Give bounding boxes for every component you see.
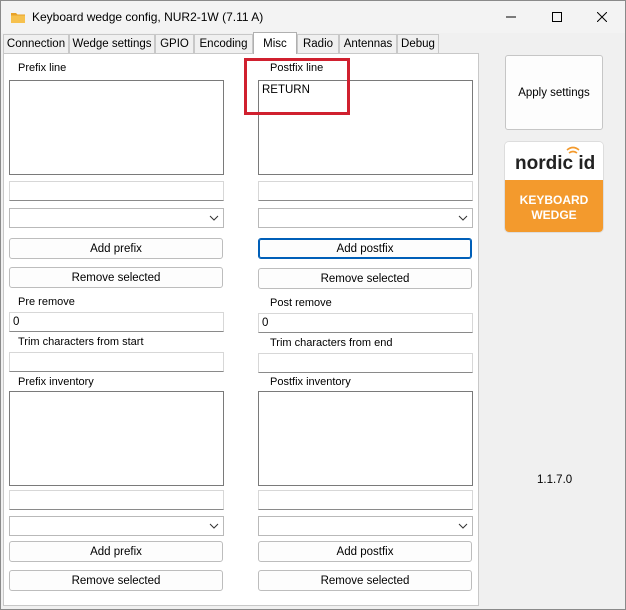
version-label: 1.1.7.0 (537, 474, 573, 486)
nordic-id-logo: nordic id KEYBOARD WEDGE (504, 141, 604, 233)
maximize-button[interactable] (534, 1, 580, 33)
prefix-line-label: Prefix line (18, 62, 67, 74)
postfix-inventory-combo-value (259, 517, 472, 521)
tab-misc[interactable]: Misc (253, 32, 297, 54)
add-prefix-button[interactable]: Add prefix (9, 238, 223, 259)
nordic-id-wordmark: nordic id (515, 146, 595, 174)
tab-label: Connection (6, 38, 66, 50)
tab-label: GPIO (160, 38, 189, 50)
postfix-text-input[interactable] (258, 181, 473, 201)
postfix-inventory-value (259, 392, 472, 396)
trim-start-label: Trim characters from start (18, 336, 144, 348)
tab-label: Misc (263, 37, 287, 50)
tab-label: Antennas (343, 38, 393, 50)
title-bar: Keyboard wedge config, NUR2-1W (7.11 A) (1, 1, 625, 33)
chevron-down-icon (458, 523, 468, 529)
minimize-button[interactable] (488, 1, 534, 33)
add-postfix-button[interactable]: Add postfix (258, 238, 472, 259)
remove-selected-label: Remove selected (320, 272, 410, 285)
remove-selected-prefix-button[interactable]: Remove selected (9, 267, 223, 288)
close-icon (597, 12, 607, 22)
prefix-inventory-text-input[interactable] (9, 490, 224, 510)
prefix-combo-value (10, 209, 223, 213)
tab-label: Debug (401, 38, 435, 50)
minimize-icon (506, 16, 516, 18)
postfix-combo-value (259, 209, 472, 213)
prefix-text-value (10, 182, 223, 186)
pre-remove-value: 0 (13, 316, 20, 328)
add-postfix-label: Add postfix (336, 545, 394, 558)
app-window: Keyboard wedge config, NUR2-1W (7.11 A) … (0, 0, 626, 610)
remove-selected-label: Remove selected (320, 574, 410, 587)
chevron-down-icon (458, 215, 468, 221)
logo-keyboard-wedge: KEYBOARD WEDGE (505, 180, 603, 232)
postfix-inventory-label: Postfix inventory (270, 376, 351, 388)
tab-label: Wedge settings (72, 38, 152, 50)
tab-debug[interactable]: Debug (397, 34, 439, 53)
prefix-line-value (10, 81, 223, 85)
trim-end-input[interactable] (258, 353, 473, 373)
remove-selected-prefix-inventory-button[interactable]: Remove selected (9, 570, 223, 591)
tab-label: Radio (302, 38, 334, 50)
tab-radio[interactable]: Radio (297, 34, 339, 53)
add-postfix-inventory-button[interactable]: Add postfix (258, 541, 472, 562)
prefix-inventory-text-value (10, 491, 223, 495)
prefix-inventory-value (10, 392, 223, 396)
logo-line-2: WEDGE (531, 208, 577, 222)
logo-brand-text: nordic id (515, 153, 595, 174)
postfix-text-value (259, 182, 472, 186)
logo-brand-area: nordic id (505, 142, 603, 180)
prefix-line-list[interactable] (9, 80, 224, 175)
postfix-combo[interactable] (258, 208, 473, 228)
tab-connection[interactable]: Connection (3, 34, 69, 53)
prefix-inventory-combo-value (10, 517, 223, 521)
logo-line-1: KEYBOARD (519, 193, 589, 207)
tab-wedge-settings[interactable]: Wedge settings (69, 34, 155, 53)
postfix-inventory-combo[interactable] (258, 516, 473, 536)
apply-settings-button[interactable]: Apply settings (505, 55, 603, 130)
trim-start-input[interactable] (9, 352, 224, 372)
postfix-inventory-text-input[interactable] (258, 490, 473, 510)
remove-selected-postfix-inventory-button[interactable]: Remove selected (258, 570, 472, 591)
add-prefix-label: Add prefix (90, 545, 142, 558)
postfix-inventory-text-value (259, 491, 472, 495)
trim-end-label: Trim characters from end (270, 337, 393, 349)
tab-encoding[interactable]: Encoding (194, 34, 253, 53)
trim-end-value (259, 354, 472, 358)
tab-antennas[interactable]: Antennas (339, 34, 397, 53)
prefix-text-input[interactable] (9, 181, 224, 201)
close-button[interactable] (579, 1, 625, 33)
apply-settings-label: Apply settings (518, 86, 590, 99)
add-prefix-inventory-button[interactable]: Add prefix (9, 541, 223, 562)
pre-remove-label: Pre remove (18, 296, 75, 308)
chevron-down-icon (209, 523, 219, 529)
prefix-inventory-combo[interactable] (9, 516, 224, 536)
tab-label: Encoding (199, 38, 248, 50)
window-title: Keyboard wedge config, NUR2-1W (7.11 A) (32, 10, 264, 24)
add-postfix-label: Add postfix (336, 242, 394, 255)
tab-gpio[interactable]: GPIO (155, 34, 194, 53)
prefix-combo[interactable] (9, 208, 224, 228)
folder-icon (11, 13, 25, 23)
post-remove-input[interactable]: 0 (258, 313, 473, 333)
postfix-inventory-list[interactable] (258, 391, 473, 486)
remove-selected-postfix-button[interactable]: Remove selected (258, 268, 472, 289)
prefix-inventory-label: Prefix inventory (18, 376, 94, 388)
post-remove-label: Post remove (270, 297, 332, 309)
maximize-icon (552, 12, 562, 22)
chevron-down-icon (209, 215, 219, 221)
highlight-annotation (244, 58, 350, 115)
prefix-inventory-list[interactable] (9, 391, 224, 486)
add-prefix-label: Add prefix (90, 242, 142, 255)
pre-remove-input[interactable]: 0 (9, 312, 224, 332)
trim-start-value (10, 353, 223, 357)
remove-selected-label: Remove selected (71, 271, 161, 284)
post-remove-value: 0 (262, 317, 269, 329)
remove-selected-label: Remove selected (71, 574, 161, 587)
